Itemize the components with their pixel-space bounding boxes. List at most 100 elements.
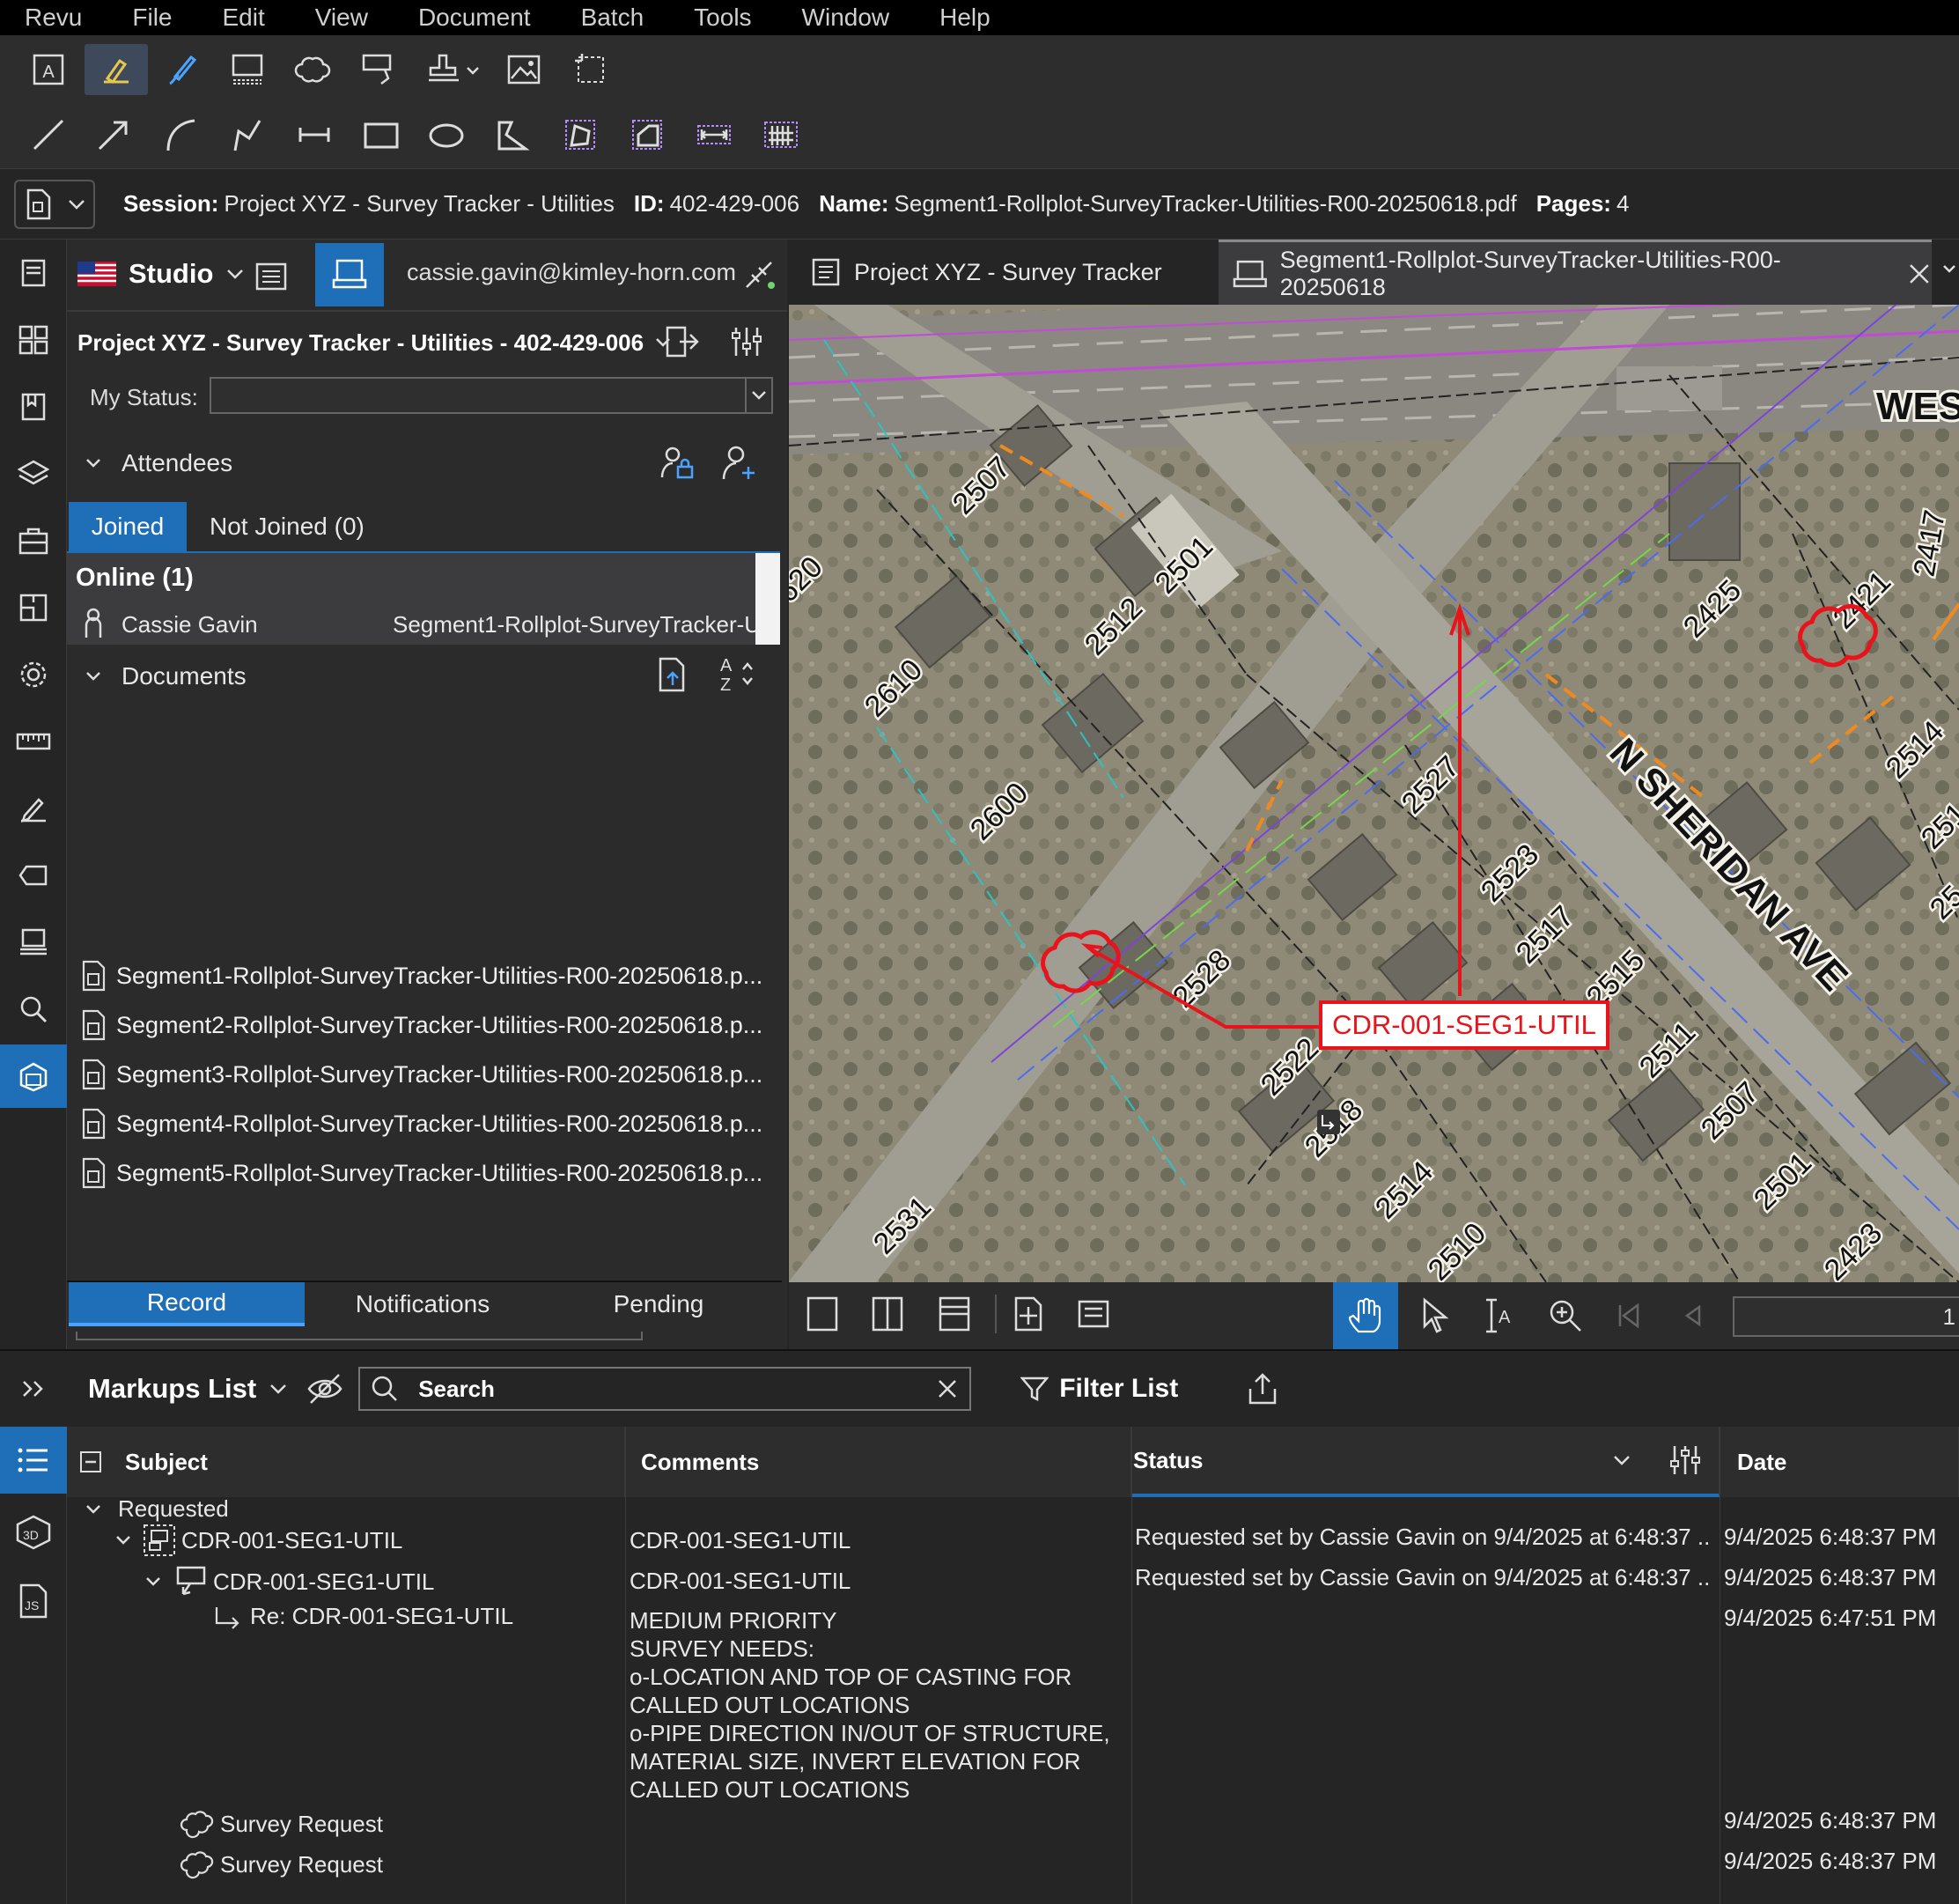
layers-panel-icon[interactable] [0,442,67,506]
close-icon[interactable] [1907,262,1932,286]
column-header-comments[interactable]: Comments [625,1427,1131,1497]
search-panel-icon[interactable] [0,978,67,1041]
sort-az-icon[interactable]: AZ [718,653,757,694]
polygon-measure-icon[interactable] [622,109,673,160]
count-measure-icon[interactable] [755,109,806,160]
cloud-tool-icon[interactable] [287,44,338,95]
column-header-subject[interactable]: Subject [67,1427,625,1497]
3d-view-icon[interactable]: 3D [14,1513,53,1552]
column-header-status[interactable]: Status [1131,1427,1720,1497]
area-measure-icon[interactable] [555,109,606,160]
list-view-icon[interactable] [0,1427,67,1494]
lock-attendees-icon[interactable] [659,444,697,483]
previous-page-icon[interactable] [1678,1300,1710,1332]
filter-list-button[interactable]: Filter List [1059,1374,1178,1404]
markups-search-box[interactable]: Search [358,1367,972,1411]
filter-icon[interactable] [1020,1375,1049,1403]
pan-tool-icon[interactable] [1333,1282,1398,1349]
split-vertical-icon[interactable] [870,1295,905,1333]
select-tool-icon[interactable] [1416,1296,1451,1335]
snapshot-tool-icon[interactable] [565,44,616,95]
tab-record[interactable]: Record [69,1282,305,1326]
chevron-down-icon[interactable] [745,379,771,412]
image-tool-icon[interactable] [498,44,549,95]
measurements-panel-icon[interactable] [0,710,67,773]
markup-row-subject[interactable]: Survey Request [180,1807,383,1841]
tool-chest-panel-icon[interactable] [0,509,67,572]
hide-markups-icon[interactable] [306,1373,344,1405]
thumbnails-panel-icon[interactable] [0,308,67,372]
stamp-tool-icon[interactable] [419,44,490,95]
attendees-scrollbar[interactable] [755,553,780,645]
text-box-tool-icon[interactable]: A [23,44,74,95]
projects-view-icon[interactable] [315,243,384,306]
pdf-drawing-view[interactable]: 2507 2501 2512 2610 2600 2528 2527 2523 … [789,305,1959,1282]
polygon-tool-icon[interactable] [486,109,537,160]
studio-panel-icon[interactable] [0,1044,67,1108]
zoom-tool-icon[interactable] [1546,1296,1585,1335]
polyline-tool-icon[interactable] [222,109,273,160]
menu-batch[interactable]: Batch [581,4,644,32]
markup-row-subject[interactable]: CDR-001-SEG1-UTIL [144,1564,434,1599]
menu-view[interactable]: View [315,4,368,32]
length-measure-icon[interactable] [689,109,740,160]
menu-revu[interactable]: Revu [25,4,82,32]
disconnect-icon[interactable] [740,255,778,294]
first-page-icon[interactable] [1613,1300,1645,1332]
ellipse-tool-icon[interactable] [421,109,472,160]
chevron-down-icon[interactable] [1612,1454,1631,1466]
documents-section-header[interactable]: Documents [85,659,247,694]
invite-attendee-icon[interactable] [720,444,759,483]
upload-document-icon[interactable] [655,655,690,694]
project-selector[interactable]: Project XYZ - Survey Tracker - Utilities… [77,321,672,365]
menu-file[interactable]: File [132,4,172,32]
tab-segment1[interactable]: Segment1-Rollplot-SurveyTracker-Utilitie… [1219,240,1932,305]
column-settings-icon[interactable] [1668,1443,1702,1477]
studio-user-email[interactable]: cassie.gavin@kimley-horn.com [407,259,736,286]
links-panel-icon[interactable] [0,844,67,907]
dimension-tool-icon[interactable] [289,109,340,160]
my-status-dropdown[interactable] [210,377,773,414]
pen-tool-icon[interactable] [157,44,208,95]
document-item[interactable]: Segment5-Rollplot-SurveyTracker-Utilitie… [81,1157,762,1189]
arrow-tool-icon[interactable] [88,109,139,160]
horizontal-scrollbar[interactable] [76,1332,643,1340]
bookmarks-panel-icon[interactable] [0,375,67,439]
markup-row-subject[interactable]: Re: CDR-001-SEG1-UTIL [213,1603,513,1630]
export-icon[interactable] [1247,1371,1278,1406]
attendees-section-header[interactable]: Attendees [85,446,232,481]
page-number-input[interactable]: 1 [1733,1296,1959,1337]
document-item[interactable]: Segment2-Rollplot-SurveyTracker-Utilitie… [81,1009,762,1041]
collapse-all-icon[interactable] [79,1450,102,1473]
chevron-down-icon[interactable] [225,268,245,280]
sessions-view-icon[interactable] [252,257,291,296]
markups-list-title[interactable]: Markups List [88,1373,256,1405]
column-header-date[interactable]: Date [1720,1427,1959,1497]
settings-panel-icon[interactable] [0,643,67,706]
document-item[interactable]: Segment1-Rollplot-SurveyTracker-Utilitie… [81,960,762,992]
search-input[interactable]: Search [418,1376,936,1403]
studio-title[interactable]: Studio [129,258,213,290]
markup-row-subject[interactable]: Survey Request [180,1848,383,1881]
arc-tool-icon[interactable] [155,109,206,160]
menu-help[interactable]: Help [939,4,991,32]
attendee-name[interactable]: Cassie Gavin [122,611,258,638]
tab-project-xyz[interactable]: Project XYZ - Survey Tracker [789,240,1217,305]
file-access-panel-icon[interactable] [0,576,67,639]
callout-label[interactable]: CDR-001-SEG1-UTIL [1319,1000,1609,1050]
single-page-view-icon[interactable] [805,1295,840,1333]
tab-overflow-icon[interactable] [1942,261,1956,278]
sets-panel-icon[interactable] [0,911,67,974]
project-title[interactable]: Project XYZ - Survey Tracker - Utilities… [77,329,644,357]
compare-icon[interactable] [1076,1295,1111,1333]
clear-search-icon[interactable] [936,1377,959,1400]
group-requested[interactable]: Requested [85,1495,229,1523]
properties-panel-icon[interactable] [0,241,67,305]
tab-notifications[interactable]: Notifications [305,1282,541,1326]
expand-panel-icon[interactable] [0,1378,67,1399]
note-tool-icon[interactable] [222,44,273,95]
session-settings-icon[interactable] [729,324,764,359]
tab-joined[interactable]: Joined [69,502,187,551]
tab-not-joined[interactable]: Not Joined (0) [210,502,365,551]
leave-session-icon[interactable] [662,324,701,359]
